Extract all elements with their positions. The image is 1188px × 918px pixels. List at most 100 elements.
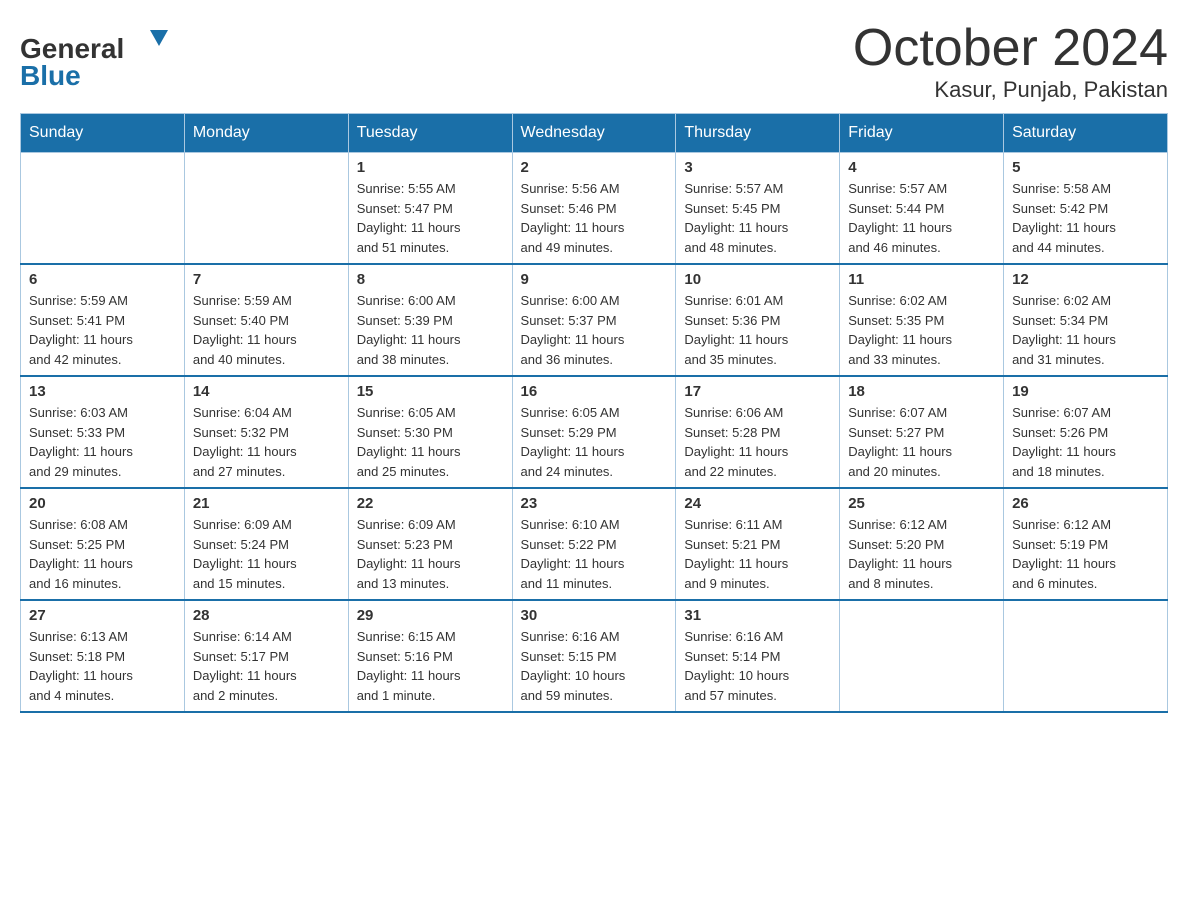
day-number: 2 [521, 159, 668, 176]
day-info: Sunrise: 6:08 AM Sunset: 5:25 PM Dayligh… [29, 515, 176, 593]
day-info: Sunrise: 5:57 AM Sunset: 5:44 PM Dayligh… [848, 179, 995, 257]
day-number: 19 [1012, 383, 1159, 400]
calendar-day-cell: 16 Sunrise: 6:05 AM Sunset: 5:29 PM Dayli… [512, 376, 676, 488]
day-number: 1 [357, 159, 504, 176]
day-number: 12 [1012, 271, 1159, 288]
day-info: Sunrise: 6:06 AM Sunset: 5:28 PM Dayligh… [684, 403, 831, 481]
day-number: 7 [193, 271, 340, 288]
day-info: Sunrise: 5:55 AM Sunset: 5:47 PM Dayligh… [357, 179, 504, 257]
calendar-day-cell: 1 Sunrise: 5:55 AM Sunset: 5:47 PM Daylig… [348, 153, 512, 265]
calendar-day-header: Tuesday [348, 114, 512, 153]
calendar-day-cell [184, 153, 348, 265]
calendar-week-row: 27Sunrise: 6:13 AM Sunset: 5:18 PM Dayli… [21, 600, 1168, 712]
calendar-header-row: SundayMondayTuesdayWednesdayThursdayFrid… [21, 114, 1168, 153]
calendar-day-cell: 14 Sunrise: 6:04 AM Sunset: 5:32 PM Dayli… [184, 376, 348, 488]
calendar-day-cell: 12 Sunrise: 6:02 AM Sunset: 5:34 PM Dayli… [1004, 264, 1168, 376]
calendar-day-header: Saturday [1004, 114, 1168, 153]
day-number: 14 [193, 383, 340, 400]
logo-svg: General Blue [20, 20, 180, 90]
day-number: 20 [29, 495, 176, 512]
calendar-day-cell: 19 Sunrise: 6:07 AM Sunset: 5:26 PM Dayli… [1004, 376, 1168, 488]
day-number: 29 [357, 607, 504, 624]
calendar-day-cell [21, 153, 185, 265]
day-number: 31 [684, 607, 831, 624]
calendar-day-cell: 24 Sunrise: 6:11 AM Sunset: 5:21 PM Dayli… [676, 488, 840, 600]
calendar-day-cell: 7 Sunrise: 5:59 AM Sunset: 5:40 PM Daylig… [184, 264, 348, 376]
calendar-day-cell: 13 Sunrise: 6:03 AM Sunset: 5:33 PM Dayli… [21, 376, 185, 488]
day-number: 3 [684, 159, 831, 176]
calendar-header: SundayMondayTuesdayWednesdayThursdayFrid… [21, 114, 1168, 153]
day-info: Sunrise: 6:07 AM Sunset: 5:26 PM Dayligh… [1012, 403, 1159, 481]
day-info: Sunrise: 6:11 AM Sunset: 5:21 PM Dayligh… [684, 515, 831, 593]
day-number: 23 [521, 495, 668, 512]
day-info: Sunrise: 6:04 AM Sunset: 5:32 PM Dayligh… [193, 403, 340, 481]
day-info: Sunrise: 5:59 AM Sunset: 5:40 PM Dayligh… [193, 291, 340, 369]
day-info: Sunrise: 5:57 AM Sunset: 5:45 PM Dayligh… [684, 179, 831, 257]
day-info: Sunrise: 6:13 AM Sunset: 5:18 PM Dayligh… [29, 627, 176, 705]
day-number: 25 [848, 495, 995, 512]
calendar-day-cell: 28 Sunrise: 6:14 AM Sunset: 5:17 PM Dayli… [184, 600, 348, 712]
calendar-day-cell [1004, 600, 1168, 712]
calendar-day-cell: 17 Sunrise: 6:06 AM Sunset: 5:28 PM Dayli… [676, 376, 840, 488]
day-number: 22 [357, 495, 504, 512]
calendar-day-header: Friday [840, 114, 1004, 153]
day-number: 9 [521, 271, 668, 288]
calendar-day-cell: 2Sunrise: 5:56 AM Sunset: 5:46 PM Daylig… [512, 153, 676, 265]
calendar-day-cell: 3 Sunrise: 5:57 AM Sunset: 5:45 PM Daylig… [676, 153, 840, 265]
day-number: 6 [29, 271, 176, 288]
day-info: Sunrise: 6:03 AM Sunset: 5:33 PM Dayligh… [29, 403, 176, 481]
day-info: Sunrise: 6:10 AM Sunset: 5:22 PM Dayligh… [521, 515, 668, 593]
day-info: Sunrise: 6:00 AM Sunset: 5:37 PM Dayligh… [521, 291, 668, 369]
day-number: 24 [684, 495, 831, 512]
calendar-day-cell: 18Sunrise: 6:07 AM Sunset: 5:27 PM Dayli… [840, 376, 1004, 488]
calendar-day-header: Thursday [676, 114, 840, 153]
calendar-day-cell: 25Sunrise: 6:12 AM Sunset: 5:20 PM Dayli… [840, 488, 1004, 600]
day-number: 21 [193, 495, 340, 512]
calendar-day-cell: 22 Sunrise: 6:09 AM Sunset: 5:23 PM Dayli… [348, 488, 512, 600]
calendar-day-cell: 26Sunrise: 6:12 AM Sunset: 5:19 PM Dayli… [1004, 488, 1168, 600]
day-number: 18 [848, 383, 995, 400]
day-info: Sunrise: 6:15 AM Sunset: 5:16 PM Dayligh… [357, 627, 504, 705]
calendar-day-cell: 6 Sunrise: 5:59 AM Sunset: 5:41 PM Daylig… [21, 264, 185, 376]
calendar-day-cell: 8 Sunrise: 6:00 AM Sunset: 5:39 PM Daylig… [348, 264, 512, 376]
day-number: 30 [521, 607, 668, 624]
calendar-day-cell: 9 Sunrise: 6:00 AM Sunset: 5:37 PM Daylig… [512, 264, 676, 376]
day-info: Sunrise: 5:58 AM Sunset: 5:42 PM Dayligh… [1012, 179, 1159, 257]
calendar-day-cell: 15Sunrise: 6:05 AM Sunset: 5:30 PM Dayli… [348, 376, 512, 488]
day-info: Sunrise: 6:14 AM Sunset: 5:17 PM Dayligh… [193, 627, 340, 705]
day-info: Sunrise: 5:59 AM Sunset: 5:41 PM Dayligh… [29, 291, 176, 369]
calendar-day-cell: 30Sunrise: 6:16 AM Sunset: 5:15 PM Dayli… [512, 600, 676, 712]
day-number: 5 [1012, 159, 1159, 176]
day-info: Sunrise: 6:02 AM Sunset: 5:35 PM Dayligh… [848, 291, 995, 369]
calendar-day-cell: 31 Sunrise: 6:16 AM Sunset: 5:14 PM Dayli… [676, 600, 840, 712]
calendar-week-row: 1 Sunrise: 5:55 AM Sunset: 5:47 PM Daylig… [21, 153, 1168, 265]
day-info: Sunrise: 6:05 AM Sunset: 5:29 PM Dayligh… [521, 403, 668, 481]
day-info: Sunrise: 6:16 AM Sunset: 5:14 PM Dayligh… [684, 627, 831, 705]
calendar-day-cell: 20 Sunrise: 6:08 AM Sunset: 5:25 PM Dayli… [21, 488, 185, 600]
calendar-week-row: 13 Sunrise: 6:03 AM Sunset: 5:33 PM Dayli… [21, 376, 1168, 488]
calendar-week-row: 6 Sunrise: 5:59 AM Sunset: 5:41 PM Daylig… [21, 264, 1168, 376]
day-number: 17 [684, 383, 831, 400]
day-number: 13 [29, 383, 176, 400]
day-number: 16 [521, 383, 668, 400]
calendar-day-cell: 10Sunrise: 6:01 AM Sunset: 5:36 PM Dayli… [676, 264, 840, 376]
calendar-day-cell: 27Sunrise: 6:13 AM Sunset: 5:18 PM Dayli… [21, 600, 185, 712]
calendar-day-cell: 4Sunrise: 5:57 AM Sunset: 5:44 PM Daylig… [840, 153, 1004, 265]
day-number: 8 [357, 271, 504, 288]
calendar-subtitle: Kasur, Punjab, Pakistan [853, 77, 1168, 103]
day-info: Sunrise: 6:00 AM Sunset: 5:39 PM Dayligh… [357, 291, 504, 369]
calendar-day-header: Sunday [21, 114, 185, 153]
day-info: Sunrise: 6:09 AM Sunset: 5:24 PM Dayligh… [193, 515, 340, 593]
day-info: Sunrise: 6:09 AM Sunset: 5:23 PM Dayligh… [357, 515, 504, 593]
day-number: 28 [193, 607, 340, 624]
day-number: 11 [848, 271, 995, 288]
calendar-week-row: 20 Sunrise: 6:08 AM Sunset: 5:25 PM Dayli… [21, 488, 1168, 600]
day-info: Sunrise: 6:05 AM Sunset: 5:30 PM Dayligh… [357, 403, 504, 481]
page-header: General Blue October 2024 Kasur, Punjab,… [20, 20, 1168, 103]
day-info: Sunrise: 6:01 AM Sunset: 5:36 PM Dayligh… [684, 291, 831, 369]
calendar-day-cell: 11 Sunrise: 6:02 AM Sunset: 5:35 PM Dayli… [840, 264, 1004, 376]
calendar-body: 1 Sunrise: 5:55 AM Sunset: 5:47 PM Daylig… [21, 153, 1168, 713]
calendar-day-cell: 21 Sunrise: 6:09 AM Sunset: 5:24 PM Dayli… [184, 488, 348, 600]
calendar-day-cell: 5 Sunrise: 5:58 AM Sunset: 5:42 PM Daylig… [1004, 153, 1168, 265]
day-info: Sunrise: 6:02 AM Sunset: 5:34 PM Dayligh… [1012, 291, 1159, 369]
